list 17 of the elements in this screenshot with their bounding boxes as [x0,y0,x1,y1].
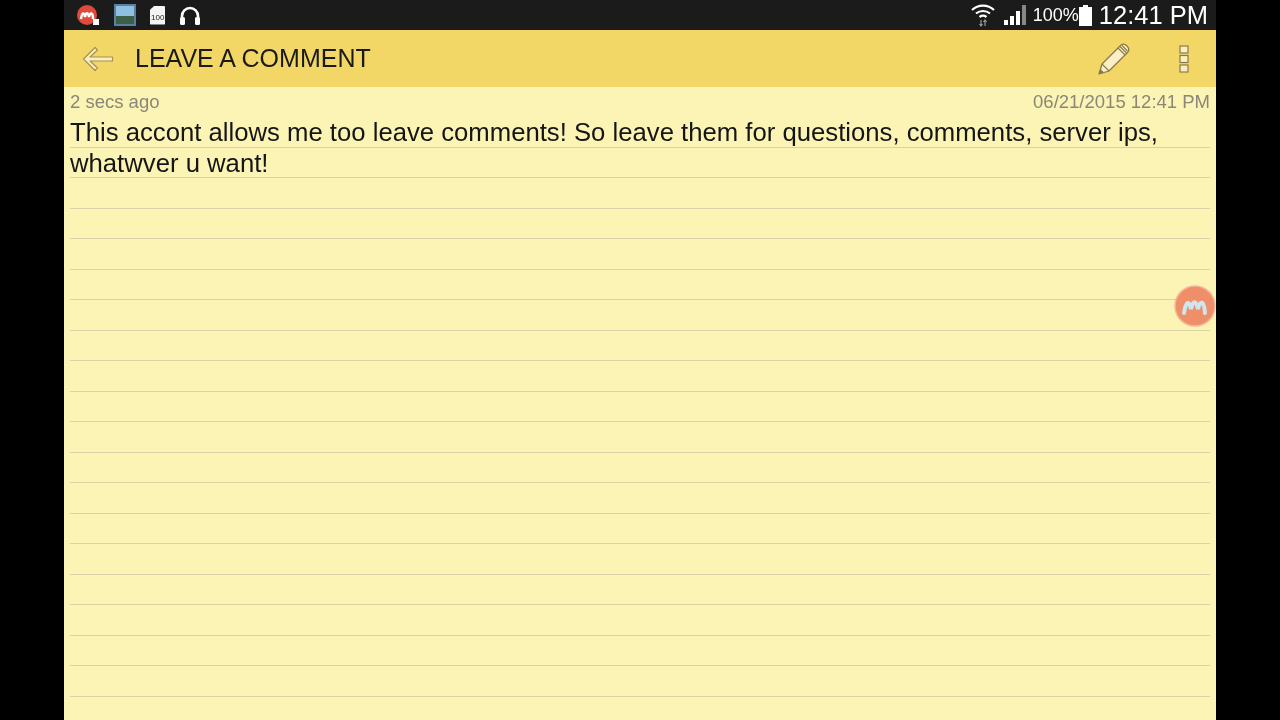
floating-button-icon[interactable] [1174,285,1216,327]
app-icon [76,4,100,26]
comment-text: This accont allows me too leave comments! So leave them for questions, comments, server ips, whatwver u want! [70,117,1159,178]
pencil-icon[interactable] [1097,41,1131,76]
comment-age: 2 secs ago [70,91,160,113]
back-icon[interactable] [82,44,114,73]
notification-badge: 100 [150,5,166,25]
battery-percent: 100% [1032,4,1079,26]
headphones-icon [179,5,202,25]
wifi-icon [970,3,995,27]
signal-icon [1002,5,1027,25]
battery-icon [1078,4,1092,26]
comment-timestamp: 06/21/2015 12:41 PM [1033,91,1210,113]
menu-icon[interactable] [1179,44,1189,73]
image-icon [114,4,136,26]
clock-time: 12:41 PM [1098,0,1208,30]
screen-title: LEAVE A COMMENT [135,44,371,73]
